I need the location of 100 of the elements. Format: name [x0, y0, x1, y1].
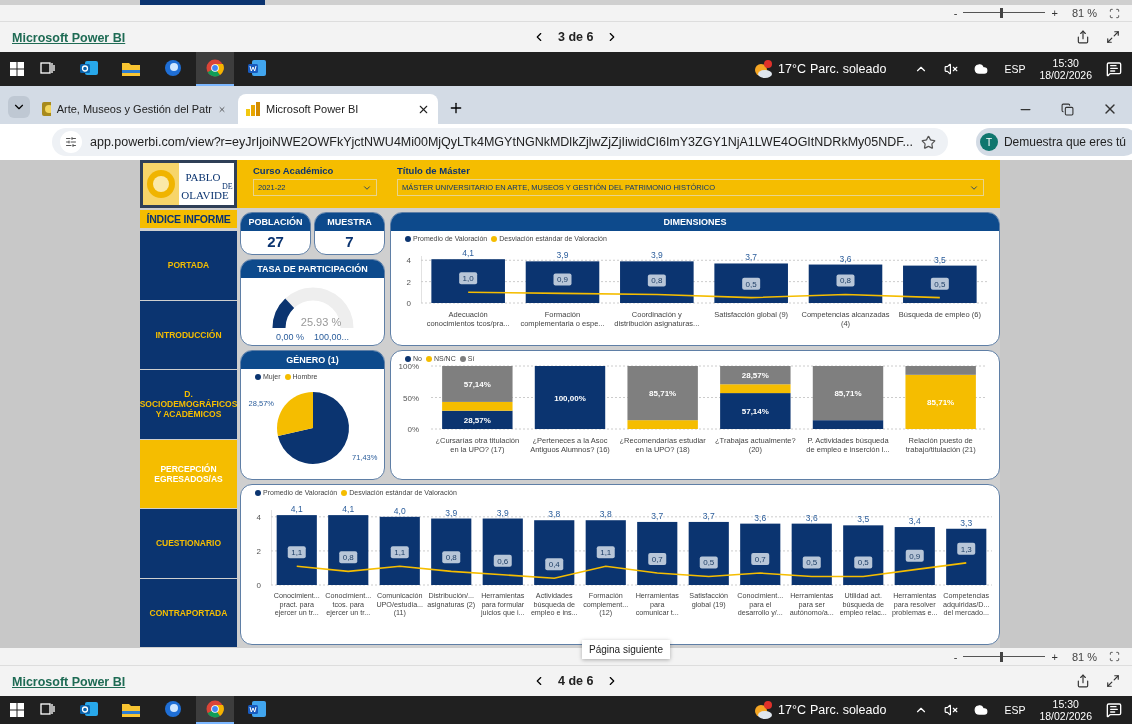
- bar: [431, 518, 472, 585]
- report-link[interactable]: Microsoft Power BI: [12, 31, 126, 45]
- site-settings-icon[interactable]: [60, 131, 82, 153]
- muted-speaker-icon[interactable]: [944, 703, 959, 717]
- value-label: 4,0: [393, 505, 406, 516]
- zoom-in-button[interactable]: +: [1051, 7, 1058, 19]
- browser-icon[interactable]: [206, 59, 224, 77]
- tab-favicon: [42, 102, 51, 116]
- kpi-value: 7: [344, 232, 355, 252]
- document-app-icon[interactable]: [248, 60, 266, 76]
- value-label: 3,6: [805, 512, 818, 523]
- gauge-value: 25.93 %: [300, 316, 341, 328]
- value-label: 57,14%: [463, 379, 491, 389]
- bar: [688, 521, 729, 585]
- mail-app-icon[interactable]: [80, 701, 98, 717]
- address-bar[interactable]: app.powerbi.com/view?r=eyJrIjoiNWE2OWFkYjctNWU4Mi00MjQyLTk4MGYtNGNkMDlkZjlwZjZjIiwidCI6ImY3ZGY1NjA1LWE4OGItNDRkMy05NDF...: [52, 128, 948, 156]
- weather-icon[interactable]: [752, 700, 775, 720]
- axis-tick-label: 2: [406, 277, 411, 287]
- clock-date: 18/02/2026: [1039, 69, 1092, 82]
- restore-icon[interactable]: [1061, 102, 1074, 116]
- folder-icon[interactable]: [122, 60, 140, 76]
- temperature: 17°C: [778, 62, 806, 76]
- value-label: 3,5: [933, 254, 946, 265]
- share-icon[interactable]: [1076, 30, 1090, 44]
- page-indicator: 3 de 6: [558, 30, 594, 44]
- profile-button[interactable]: T Demuestra que eres tú: [975, 128, 1132, 156]
- document-app-icon[interactable]: [248, 701, 266, 717]
- cloud-icon[interactable]: [974, 62, 989, 76]
- nav-item[interactable]: CUESTIONARIO: [140, 509, 237, 579]
- value-label: 3,7: [651, 510, 664, 521]
- bar: [894, 527, 935, 585]
- axis-tick-label: 0%: [407, 425, 419, 432]
- mail-app-icon[interactable]: [80, 60, 98, 76]
- value-label: 3,7: [745, 252, 758, 263]
- notifications-icon[interactable]: [1106, 702, 1122, 718]
- zoom-in-button[interactable]: +: [1051, 650, 1058, 663]
- value-label: 0,8: [442, 551, 461, 564]
- expand-icon[interactable]: [1106, 674, 1120, 688]
- weather-condition: Parc. soleado: [810, 703, 887, 717]
- zoom-value: 81 %: [1071, 650, 1097, 663]
- globe-app-icon[interactable]: [164, 59, 182, 77]
- kpi-value: 27: [266, 232, 285, 252]
- filter-label: Curso Académico: [253, 165, 335, 176]
- bar: [946, 528, 987, 585]
- tab-list-button[interactable]: [8, 96, 30, 118]
- zoom-out-button[interactable]: -: [953, 7, 958, 19]
- nav-item[interactable]: D. SOCIODEMOGRÁFICOS Y ACADÉMICOS: [140, 370, 237, 440]
- browser-tab[interactable]: Microsoft Power BI: [238, 94, 438, 124]
- browser-icon[interactable]: [206, 700, 224, 718]
- value-label: 0,8: [339, 551, 358, 564]
- globe-app-icon[interactable]: [164, 700, 182, 718]
- value-label: 3,9: [556, 250, 569, 261]
- task-view-icon[interactable]: [39, 61, 55, 75]
- zoom-out-button[interactable]: -: [953, 650, 958, 663]
- muted-speaker-icon[interactable]: [944, 62, 959, 76]
- bar-segment: [534, 366, 606, 429]
- kpi-title: POBLACIÓN: [241, 213, 310, 231]
- zoom-slider[interactable]: [963, 8, 1046, 18]
- language-indicator[interactable]: ESP: [1004, 704, 1026, 716]
- browser-tab[interactable]: Arte, Museos y Gestión del Patr: [34, 94, 234, 124]
- axis-tick-label: 2: [256, 546, 261, 556]
- value-label: 0,5: [854, 556, 873, 569]
- share-icon[interactable]: [1076, 674, 1090, 688]
- value-label: 3,8: [599, 509, 612, 520]
- folder-icon[interactable]: [122, 701, 140, 717]
- value-label: 28,57%: [741, 371, 769, 381]
- nav-item[interactable]: CONTRAPORTADA: [140, 578, 237, 648]
- axis-tick-label: 0: [256, 581, 261, 588]
- windows-start-icon[interactable]: [10, 703, 24, 717]
- clock-time: 15:30: [1052, 697, 1079, 710]
- card-title: TASA DE PARTICIPACIÓN: [241, 260, 384, 278]
- value-label: 3,8: [548, 509, 561, 520]
- value-label: 3,3: [960, 517, 973, 528]
- language-indicator[interactable]: ESP: [1004, 63, 1026, 75]
- bar: [637, 521, 678, 585]
- fit-page-icon[interactable]: [1109, 651, 1120, 662]
- value-label: 4,1: [342, 504, 355, 515]
- axis-tick-label: 100%: [398, 362, 419, 371]
- zoom-value: 81 %: [1071, 7, 1097, 19]
- cloud-icon[interactable]: [974, 703, 989, 717]
- task-view-icon[interactable]: [39, 702, 55, 716]
- notifications-icon[interactable]: [1106, 61, 1122, 77]
- value-label: 3,7: [702, 510, 715, 521]
- expand-icon[interactable]: [1106, 30, 1120, 44]
- windows-start-icon[interactable]: [10, 62, 24, 76]
- zoom-slider[interactable]: [963, 651, 1046, 662]
- tab-favicon: [246, 102, 260, 116]
- weather-icon[interactable]: [752, 59, 775, 79]
- report-link[interactable]: Microsoft Power BI: [12, 675, 126, 689]
- value-label: 0,7: [751, 553, 770, 566]
- clock-date: 18/02/2026: [1039, 710, 1092, 723]
- bar: [276, 515, 317, 585]
- value-label: 85,71%: [834, 389, 862, 399]
- fit-page-icon[interactable]: [1109, 7, 1120, 19]
- bar: [740, 523, 781, 585]
- gauge-max: 100,00...: [314, 332, 350, 342]
- nav-item[interactable]: PORTADA: [140, 231, 237, 301]
- nav-item[interactable]: INTRODUCCIÓN: [140, 300, 237, 370]
- bookmark-star-icon[interactable]: [920, 134, 936, 150]
- new-tab-icon[interactable]: [448, 100, 464, 116]
